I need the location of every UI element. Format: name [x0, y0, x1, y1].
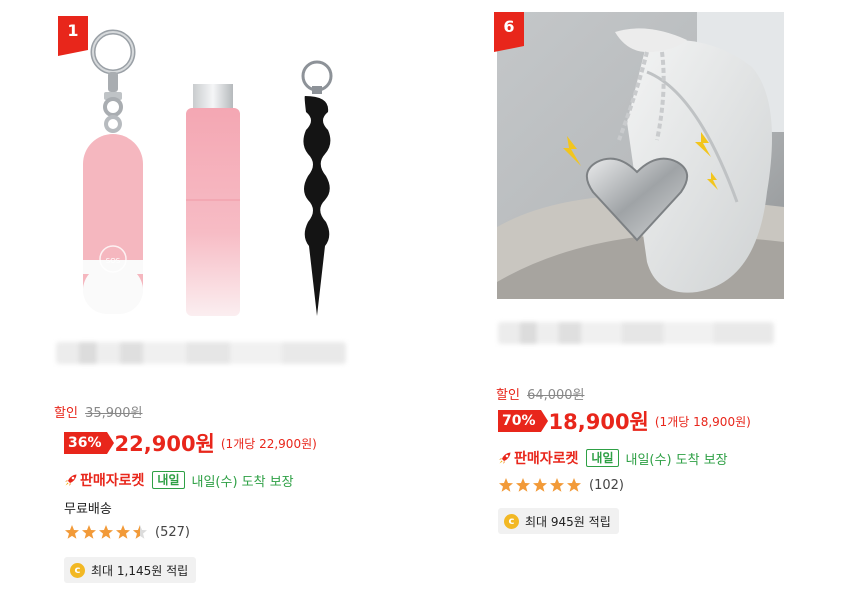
original-price: 64,000원	[527, 388, 585, 403]
sale-price: 18,900원	[548, 410, 649, 434]
price-row: 36% 22,900원 (1개당 22,900원)	[64, 428, 317, 458]
price-row: 70% 18,900원 (1개당 18,900원)	[498, 406, 751, 436]
discount-badge: 36%	[64, 432, 113, 454]
sale-price: 22,900원	[114, 432, 215, 456]
cashback-text: 최대 945원 적립	[525, 514, 611, 529]
original-price: 35,900원	[85, 406, 143, 421]
blurred-product-title[interactable]	[56, 342, 346, 364]
coin-icon: c	[70, 562, 85, 578]
review-count: (102)	[589, 477, 624, 493]
tomorrow-tag: 내일	[152, 471, 185, 489]
sale-label: 할인	[54, 406, 78, 421]
discount-badge: 70%	[498, 410, 547, 432]
product-card-2[interactable]: 6 할인 64,000원 70% 18,900원 (1개당 18,900원) 판…	[494, 12, 794, 552]
star-rating	[64, 524, 149, 540]
cashback-text: 최대 1,145원 적립	[91, 563, 189, 578]
cashback-badge: c 최대 945원 적립	[498, 508, 619, 534]
product-card-1[interactable]: SOS 1 할인 35,900원 36% 22,900원 (1개당 22,900…	[50, 14, 380, 604]
rocket-icon	[499, 452, 511, 464]
rank-badge: 6	[494, 12, 524, 52]
free-shipping: 무료배송	[64, 502, 112, 517]
rank-badge: 1	[58, 16, 88, 56]
heart-mirror-bag-charm-image	[497, 12, 784, 299]
rating-row: (102)	[498, 477, 624, 493]
svg-text:SOS: SOS	[106, 257, 121, 265]
product-image-1[interactable]: SOS	[50, 14, 350, 319]
star-icon	[533, 478, 547, 492]
arrival-guarantee: 내일(수) 도착 보장	[191, 474, 294, 490]
star-icon	[82, 525, 96, 539]
half-star-icon	[133, 525, 147, 539]
arrival-guarantee: 내일(수) 도착 보장	[625, 452, 728, 468]
star-rating	[498, 477, 583, 493]
coin-icon: c	[504, 513, 519, 529]
cashback-badge: c 최대 1,145원 적립	[64, 557, 197, 583]
unit-price: (1개당 22,900원)	[220, 436, 317, 451]
star-icon	[567, 478, 581, 492]
star-icon	[65, 525, 79, 539]
star-icon	[99, 525, 113, 539]
delivery-row: 판매자로켓 내일 내일(수) 도착 보장	[64, 470, 294, 490]
star-icon	[550, 478, 564, 492]
sale-line: 할인 35,900원	[54, 402, 143, 421]
star-icon	[516, 478, 530, 492]
product-image-2[interactable]	[497, 12, 784, 299]
delivery-row: 판매자로켓 내일 내일(수) 도착 보장	[498, 448, 728, 468]
review-count: (527)	[155, 524, 190, 540]
sale-label: 할인	[496, 388, 520, 403]
unit-price: (1개당 18,900원)	[654, 414, 751, 429]
rating-row: (527)	[64, 524, 190, 540]
safety-keychain-set-image: SOS	[83, 29, 333, 316]
star-icon	[499, 478, 513, 492]
rocket-label: 판매자로켓	[80, 473, 145, 489]
star-icon	[116, 525, 130, 539]
sale-line: 할인 64,000원	[496, 384, 585, 403]
tomorrow-tag: 내일	[586, 449, 619, 467]
rocket-label: 판매자로켓	[514, 451, 579, 467]
rocket-icon	[65, 474, 77, 486]
blurred-product-title[interactable]	[498, 322, 774, 344]
